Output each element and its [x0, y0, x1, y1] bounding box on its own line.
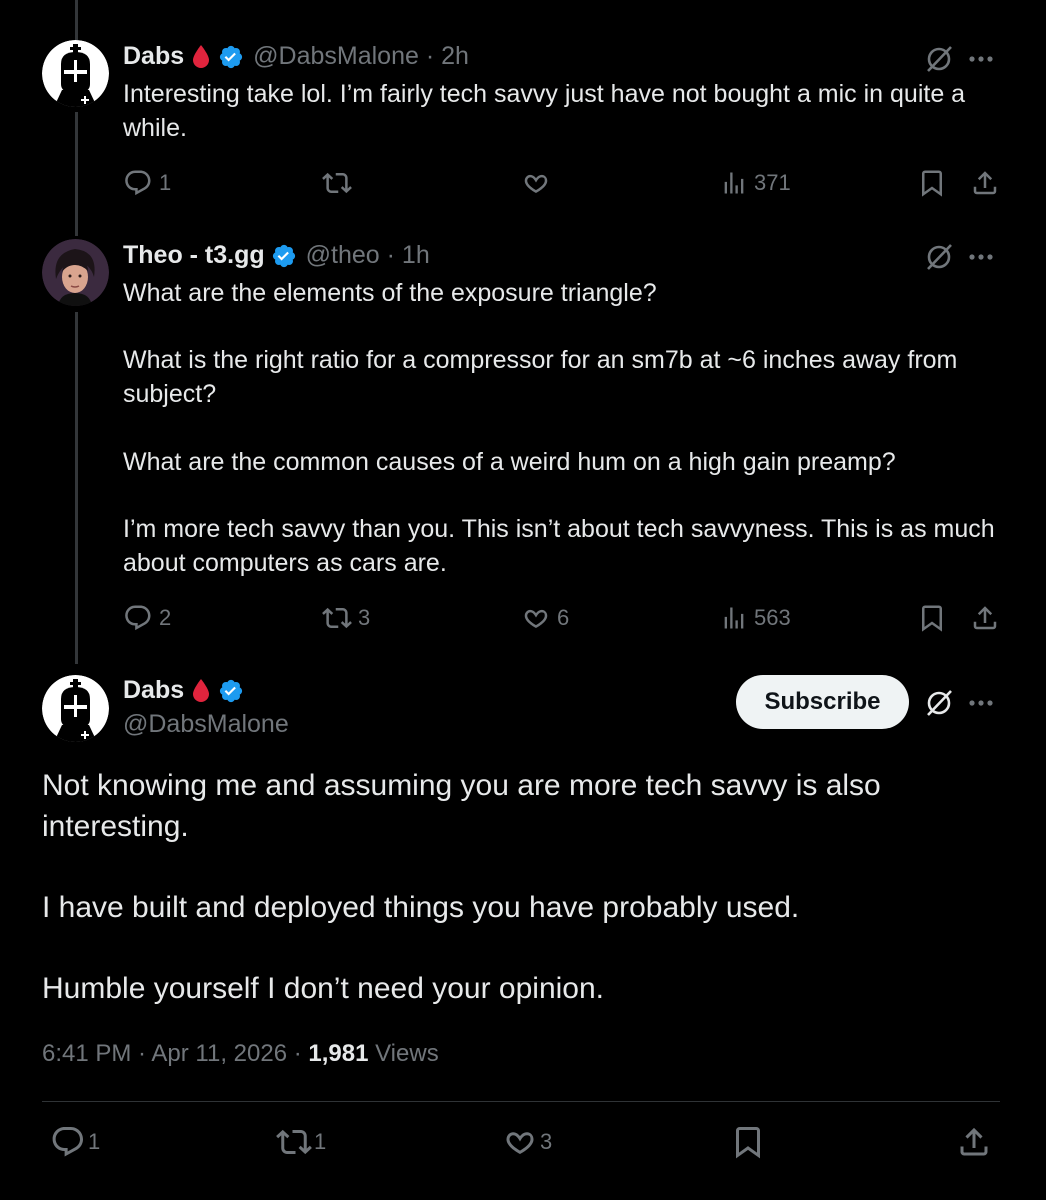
repost-count: 1 — [314, 1129, 327, 1154]
thread-line-top — [75, 0, 78, 40]
grok-icon[interactable] — [924, 688, 954, 723]
reply1-header: Dabs @DabsMalone · 2h — [123, 42, 469, 71]
reply-icon — [125, 170, 151, 196]
avatar[interactable] — [42, 675, 109, 742]
like-button[interactable]: 6 — [521, 603, 569, 633]
views-label: Views — [368, 1040, 439, 1067]
like-icon — [524, 609, 548, 628]
reply2-p1: What are the elements of the exposure tr… — [123, 279, 657, 307]
display-name[interactable]: Dabs — [123, 42, 184, 71]
reply-button[interactable]: 2 — [123, 603, 171, 633]
repost-button[interactable]: 1 — [276, 1124, 326, 1160]
handle-time[interactable]: @DabsMalone · 2h — [253, 42, 469, 71]
handle[interactable]: @DabsMalone — [123, 710, 289, 739]
blood-drop-icon — [192, 678, 210, 703]
bookmark-icon — [922, 170, 942, 197]
verified-icon[interactable] — [218, 678, 244, 704]
share-icon — [973, 606, 997, 630]
repost-icon — [322, 172, 352, 194]
thread-line-1 — [75, 112, 78, 236]
display-name[interactable]: Dabs — [123, 676, 184, 705]
subscribe-button[interactable]: Subscribe — [736, 675, 909, 729]
verified-icon[interactable] — [271, 243, 297, 269]
repost-button[interactable] — [322, 168, 358, 198]
share-icon — [960, 1127, 988, 1156]
thread-line-2 — [75, 312, 78, 664]
reply-count: 1 — [159, 170, 172, 195]
reply-button[interactable]: 1 — [50, 1124, 100, 1160]
display-name[interactable]: Theo - t3.gg — [123, 241, 265, 270]
like-button[interactable] — [521, 168, 557, 198]
blood-drop-icon — [192, 44, 210, 69]
bookmark-button[interactable] — [730, 1124, 766, 1160]
reply-icon — [125, 605, 151, 631]
like-count: 3 — [540, 1129, 553, 1154]
main-paragraph: Not knowing me and assuming you are more… — [42, 769, 881, 843]
reply2-p3: What are the common causes of a weird hu… — [123, 448, 896, 476]
views-button[interactable]: 371 — [720, 168, 791, 198]
main-post-text: Not knowing me and assuming you are more… — [42, 765, 1002, 1049]
avatar[interactable] — [42, 239, 109, 306]
main-top-actions — [924, 688, 994, 723]
more-icon[interactable] — [968, 690, 994, 721]
repost-icon — [322, 607, 352, 629]
more-icon[interactable] — [968, 244, 994, 275]
main-handle-row: @DabsMalone — [123, 710, 289, 739]
like-icon — [506, 1132, 534, 1154]
reply2-header: Theo - t3.gg @theo · 1h — [123, 241, 430, 270]
reply2-p2: What is the right ratio for a compressor… — [123, 346, 958, 408]
more-icon[interactable] — [968, 46, 994, 77]
repost-count: 3 — [358, 605, 371, 630]
reply2-top-actions — [924, 242, 994, 277]
bookmark-button[interactable] — [917, 168, 947, 198]
reply1-text: Interesting take lol. I’m fairly tech sa… — [123, 80, 966, 142]
main-paragraph: Humble yourself I don’t need your opinio… — [42, 972, 605, 1005]
share-button[interactable] — [956, 1124, 992, 1160]
timestamp[interactable]: 6:41 PM · Apr 11, 2026 · — [42, 1040, 308, 1067]
reply-button[interactable]: 1 — [123, 168, 171, 198]
views-button[interactable]: 563 — [720, 603, 791, 633]
views-icon — [724, 172, 744, 194]
like-icon — [524, 174, 548, 193]
main-header: Dabs — [123, 676, 244, 705]
bookmark-icon — [736, 1127, 760, 1159]
bookmark-button[interactable] — [917, 603, 947, 633]
grok-icon[interactable] — [924, 44, 954, 79]
handle-time[interactable]: @theo · 1h — [306, 241, 430, 270]
timestamp-row: 6:41 PM · Apr 11, 2026 · 1,981 Views — [42, 1040, 439, 1068]
share-button[interactable] — [970, 603, 1000, 633]
verified-icon[interactable] — [218, 44, 244, 70]
share-icon — [973, 171, 997, 195]
reply2-p4: I’m more tech savvy than you. This isn’t… — [123, 515, 995, 577]
main-paragraph: I have built and deployed things you hav… — [42, 891, 800, 924]
reply-icon — [52, 1127, 83, 1157]
views-icon — [724, 607, 744, 629]
reply-count: 2 — [159, 605, 172, 630]
repost-icon — [276, 1129, 312, 1155]
like-button[interactable]: 3 — [502, 1124, 552, 1160]
like-count: 6 — [557, 605, 570, 630]
divider — [42, 1101, 1000, 1102]
reply-count: 1 — [88, 1129, 101, 1154]
views-count: 371 — [754, 170, 791, 195]
share-button[interactable] — [970, 168, 1000, 198]
tweet-thread: Dabs @DabsMalone · 2h Interesting take l… — [0, 0, 1046, 1200]
views-count: 563 — [754, 605, 791, 630]
avatar[interactable] — [42, 40, 109, 107]
reply1-top-actions — [924, 44, 994, 79]
grok-icon[interactable] — [924, 242, 954, 277]
views-total[interactable]: 1,981 — [308, 1040, 368, 1067]
repost-button[interactable]: 3 — [322, 603, 370, 633]
bookmark-icon — [922, 605, 942, 632]
